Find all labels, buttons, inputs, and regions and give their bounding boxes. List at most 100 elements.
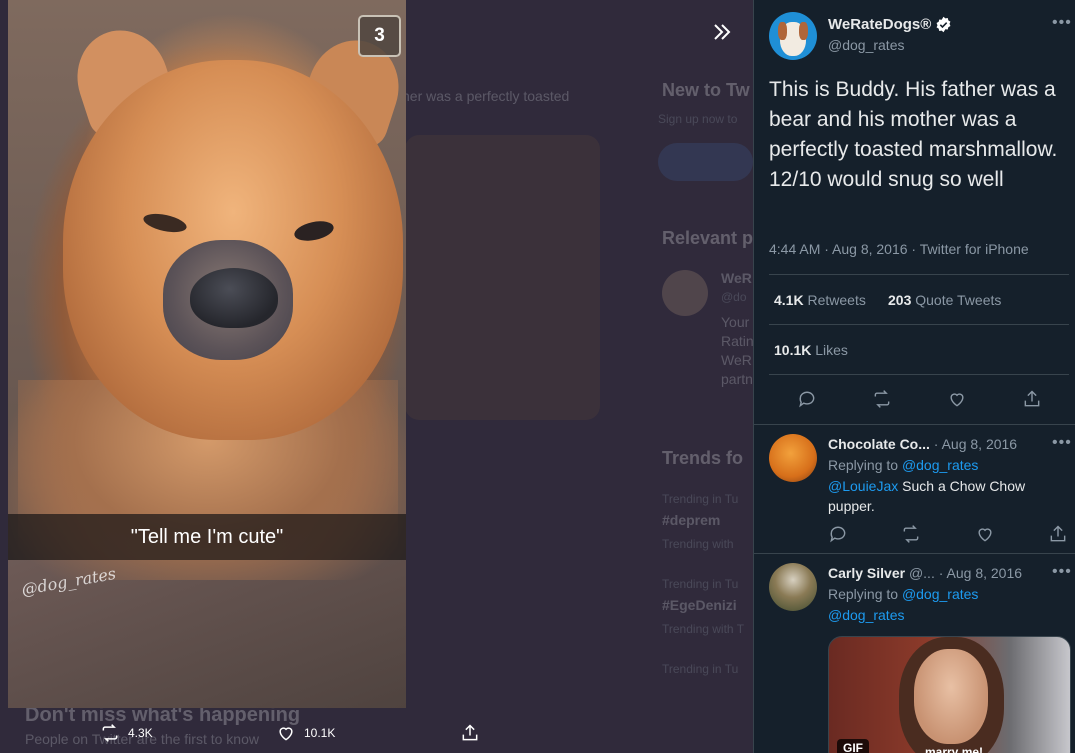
- bg-handle: @do: [721, 290, 747, 304]
- double-chevron-right-icon: [714, 24, 731, 40]
- bg-rati: Ratin: [721, 333, 753, 349]
- reply-tweet[interactable]: Chocolate Co... · Aug 8, 2016 ••• Replyi…: [754, 425, 1075, 553]
- bg-signup-button: [658, 143, 753, 181]
- bg-your: Your: [721, 314, 750, 330]
- likes-label: Likes: [815, 342, 848, 358]
- tweet-text: This is Buddy. His father was a bear and…: [769, 78, 1058, 191]
- bg-trend2-sub: Trending with T: [662, 622, 745, 636]
- quote-label: Quote Tweets: [915, 292, 1002, 308]
- likes-count: 10.1K: [774, 342, 812, 358]
- reply-avatar[interactable]: [769, 434, 817, 482]
- share-button[interactable]: [1022, 389, 1042, 414]
- reply-handle: @...: [908, 565, 935, 581]
- viewer-retweet-count: 4.3K: [128, 725, 153, 740]
- share-button[interactable]: [1048, 524, 1068, 549]
- replying-label: Replying to: [828, 457, 899, 473]
- heart-icon: [949, 393, 964, 407]
- replying-to-link[interactable]: @dog_rates: [902, 457, 978, 473]
- like-button[interactable]: [947, 389, 967, 414]
- viewer-like-count: 10.1K: [304, 725, 336, 740]
- reply-gif[interactable]: GIF marry me!: [828, 636, 1071, 753]
- bg-trends: Trends fo: [662, 448, 744, 468]
- reply-date: · Aug 8, 2016: [938, 565, 1023, 581]
- replying-label: Replying to: [828, 586, 899, 602]
- more-options-icon[interactable]: •••: [1052, 434, 1072, 452]
- bg-trend2-label: Trending in Tu: [662, 577, 739, 591]
- replying-to-line: Replying to @dog_rates: [828, 457, 978, 473]
- retweet-button[interactable]: [872, 389, 892, 414]
- reply-date: · Aug 8, 2016: [933, 436, 1018, 452]
- reply-icon: [830, 526, 846, 543]
- bg-relevant: Relevant p: [662, 228, 753, 248]
- bg-wer2: WeR: [721, 352, 752, 368]
- bg-snippet: her was a perfectly toasted: [402, 88, 570, 104]
- reply-body: @dog_rates: [828, 605, 1060, 625]
- author-name-row[interactable]: WeRateDogs®: [828, 16, 952, 33]
- bg-part: partn: [721, 371, 753, 387]
- divider: [769, 274, 1069, 275]
- quote-count: 203: [888, 292, 912, 308]
- reply-name-row[interactable]: Chocolate Co... · Aug 8, 2016: [828, 436, 1017, 452]
- bg-trend2: #EgeDenizi: [662, 597, 737, 613]
- retweets-count: 4.1K: [774, 292, 804, 308]
- author-avatar[interactable]: [769, 12, 817, 60]
- bg-trend1-label: Trending in Tu: [662, 492, 739, 506]
- viewer-like-button[interactable]: 10.1K: [276, 712, 335, 753]
- bg-avatar: [662, 270, 708, 316]
- tweet-meta: 4:44 AM · Aug 8, 2016 · Twitter for iPho…: [769, 241, 1029, 257]
- reply-action-bar: [828, 524, 1068, 549]
- likes-stat[interactable]: 10.1K Likes: [774, 342, 848, 358]
- retweet-icon: [903, 525, 919, 543]
- quote-tweets-stat[interactable]: 203 Quote Tweets: [888, 292, 1001, 308]
- collapse-panel-button[interactable]: [706, 16, 738, 48]
- dog-photo[interactable]: 3 "Tell me I'm cute" @dog_rates: [8, 0, 406, 708]
- divider: [769, 374, 1069, 375]
- gif-face: [914, 649, 988, 744]
- heart-icon: [279, 726, 293, 741]
- share-icon: [1024, 390, 1039, 407]
- reply-name: Chocolate Co...: [828, 436, 930, 452]
- bg-trend3-label: Trending in Tu: [662, 662, 739, 676]
- bg-trend1-sub: Trending with: [662, 537, 734, 551]
- divider: [769, 324, 1069, 325]
- viewer-share-button[interactable]: [460, 712, 480, 753]
- heart-icon: [978, 528, 992, 542]
- retweet-icon: [102, 723, 118, 742]
- bg-we: WeR: [721, 270, 752, 286]
- media-viewer: her was a perfectly toasted New to Tw Si…: [0, 0, 753, 753]
- mention-link[interactable]: @LouieJax: [828, 478, 898, 494]
- reply-button[interactable]: [828, 524, 848, 549]
- bg-media-card: [405, 135, 600, 420]
- share-icon: [1050, 525, 1066, 542]
- tweet-action-bar: [769, 389, 1069, 414]
- reply-body: @LouieJax Such a Chow Chow pupper.: [828, 476, 1060, 516]
- gif-badge: GIF: [837, 739, 869, 753]
- retweet-button[interactable]: [901, 524, 921, 549]
- photo-caption: "Tell me I'm cute": [8, 514, 406, 560]
- replying-to-line: Replying to @dog_rates: [828, 586, 978, 602]
- author-name: WeRateDogs®: [828, 16, 932, 33]
- reply-name: Carly Silver: [828, 565, 906, 581]
- reply-button[interactable]: [797, 389, 817, 414]
- retweets-stat[interactable]: 4.1K Retweets: [774, 292, 866, 308]
- retweets-label: Retweets: [807, 292, 866, 308]
- tweet-panel: WeRateDogs® @dog_rates ••• This is Buddy…: [753, 0, 1075, 753]
- viewer-retweet-button[interactable]: 4.3K: [100, 712, 153, 753]
- retweet-icon: [874, 390, 889, 408]
- background-page: her was a perfectly toasted New to Tw Si…: [380, 0, 753, 753]
- more-options-icon[interactable]: •••: [1052, 563, 1072, 581]
- bg-trend1: #deprem: [662, 512, 721, 528]
- mention-link[interactable]: @dog_rates: [828, 607, 904, 623]
- share-icon: [462, 723, 478, 740]
- photo-count-badge: 3: [358, 15, 401, 57]
- replying-to-link[interactable]: @dog_rates: [902, 586, 978, 602]
- bg-new-to: New to Tw: [662, 80, 750, 100]
- author-handle[interactable]: @dog_rates: [828, 37, 904, 53]
- like-button[interactable]: [975, 524, 995, 549]
- viewer-action-bar: 4.3K 10.1K: [0, 712, 753, 753]
- reply-icon: [798, 391, 814, 408]
- reply-avatar[interactable]: [769, 563, 817, 611]
- reply-name-row[interactable]: Carly Silver @... · Aug 8, 2016: [828, 565, 1022, 581]
- gif-caption: marry me!: [925, 745, 984, 753]
- more-options-icon[interactable]: •••: [1052, 14, 1072, 32]
